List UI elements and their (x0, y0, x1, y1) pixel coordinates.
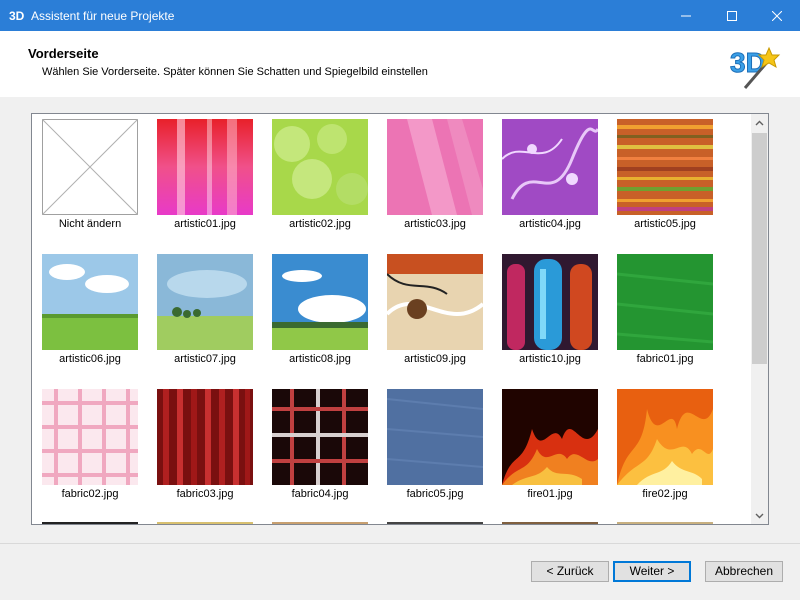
thumbnail-image (617, 254, 713, 350)
svg-text:3D: 3D (730, 47, 766, 78)
gallery-item-artistic10[interactable]: artistic10.jpg (492, 249, 607, 379)
next-row-thumbnail (617, 522, 713, 524)
gallery-item-label: artistic01.jpg (174, 218, 236, 230)
no-change-placeholder-icon (42, 119, 138, 215)
page-title: Vorderseite (28, 46, 99, 61)
gallery-item-artistic04[interactable]: artistic04.jpg (492, 114, 607, 244)
thumbnail-image (42, 389, 138, 485)
gallery-item-label: artistic02.jpg (289, 218, 351, 230)
scrollbar-thumb[interactable] (752, 133, 767, 364)
thumbnail-image (387, 254, 483, 350)
next-row-thumbnail (157, 522, 253, 524)
gallery-item-fabric02[interactable]: fabric02.jpg (32, 384, 147, 514)
cancel-button[interactable]: Abbrechen (705, 561, 783, 582)
gallery-item-nicht-aendern[interactable]: Nicht ändern (32, 114, 147, 244)
gallery-item-artistic08[interactable]: artistic08.jpg (262, 249, 377, 379)
gallery-item-artistic02[interactable]: artistic02.jpg (262, 114, 377, 244)
close-button[interactable] (754, 0, 800, 31)
thumbnail-image (617, 119, 713, 215)
thumbnail-image (387, 389, 483, 485)
gallery-item-label: artistic10.jpg (519, 353, 581, 365)
thumbnail-image (617, 389, 713, 485)
gallery-item-artistic07[interactable]: artistic07.jpg (147, 249, 262, 379)
gallery-item-label: artistic04.jpg (519, 218, 581, 230)
thumbnail-image (387, 119, 483, 215)
texture-gallery[interactable]: Nicht ändern artistic01.jpg artistic02.j… (31, 113, 769, 525)
gallery-item-artistic06[interactable]: artistic06.jpg (32, 249, 147, 379)
chevron-down-icon (755, 513, 764, 518)
thumbnail-image (502, 389, 598, 485)
footer-divider (0, 543, 800, 544)
gallery-item-artistic03[interactable]: artistic03.jpg (377, 114, 492, 244)
gallery-item-label: fabric01.jpg (636, 353, 694, 365)
wizard-header: Vorderseite Wählen Sie Vorderseite. Spät… (0, 31, 800, 97)
next-button[interactable]: Weiter > (613, 561, 691, 582)
next-row-thumbnail (387, 522, 483, 524)
title-bar: 3D Assistent für neue Projekte (0, 0, 800, 31)
gallery-item-label: fabric04.jpg (291, 488, 349, 500)
gallery-item-fabric04[interactable]: fabric04.jpg (262, 384, 377, 514)
gallery-item-label: artistic06.jpg (59, 353, 121, 365)
chevron-up-icon (755, 120, 764, 125)
gallery-item-label: artistic05.jpg (634, 218, 696, 230)
maximize-button[interactable] (709, 0, 755, 31)
thumbnail-image (272, 389, 368, 485)
gallery-item-artistic09[interactable]: artistic09.jpg (377, 249, 492, 379)
vertical-scrollbar[interactable] (751, 114, 768, 524)
thumbnail-image (157, 389, 253, 485)
thumbnail-image (502, 254, 598, 350)
gallery-item-fabric03[interactable]: fabric03.jpg (147, 384, 262, 514)
gallery-item-fabric05[interactable]: fabric05.jpg (377, 384, 492, 514)
thumbnail-image (502, 119, 598, 215)
gallery-item-fire02[interactable]: fire02.jpg (607, 384, 722, 514)
thumbnail-image (42, 254, 138, 350)
close-icon (772, 10, 782, 21)
3d-app-icon: 3D (9, 9, 25, 23)
back-button[interactable]: < Zurück (531, 561, 609, 582)
gallery-item-label: artistic09.jpg (404, 353, 466, 365)
gallery-item-artistic01[interactable]: artistic01.jpg (147, 114, 262, 244)
maximize-icon (727, 10, 737, 21)
minimize-button[interactable] (663, 0, 709, 31)
thumbnail-image (272, 254, 368, 350)
gallery-item-label: fabric05.jpg (406, 488, 464, 500)
gallery-item-label: fabric02.jpg (61, 488, 119, 500)
gallery-item-label: fire02.jpg (642, 488, 688, 500)
gallery-item-label: artistic03.jpg (404, 218, 466, 230)
gallery-item-fabric01[interactable]: fabric01.jpg (607, 249, 722, 379)
gallery-item-artistic05[interactable]: artistic05.jpg (607, 114, 722, 244)
gallery-item-label: fire01.jpg (527, 488, 573, 500)
svg-text:3D: 3D (9, 9, 25, 23)
minimize-icon (681, 15, 691, 16)
gallery-item-label: fabric03.jpg (176, 488, 234, 500)
next-row-thumbnail (272, 522, 368, 524)
next-row-thumbnail (502, 522, 598, 524)
thumbnail-image (157, 119, 253, 215)
scroll-down-button[interactable] (751, 507, 768, 524)
thumbnail-image (272, 119, 368, 215)
gallery-item-fire01[interactable]: fire01.jpg (492, 384, 607, 514)
thumbnail-image (157, 254, 253, 350)
scroll-up-button[interactable] (751, 114, 768, 131)
gallery-item-label: artistic07.jpg (174, 353, 236, 365)
window-title: Assistent für neue Projekte (31, 9, 175, 23)
gallery-item-label: artistic08.jpg (289, 353, 351, 365)
next-row-thumbnail (42, 522, 138, 524)
page-subtitle: Wählen Sie Vorderseite. Später können Si… (42, 66, 428, 78)
3d-wand-logo-icon: 3D (730, 47, 781, 89)
gallery-item-label: Nicht ändern (58, 218, 122, 230)
